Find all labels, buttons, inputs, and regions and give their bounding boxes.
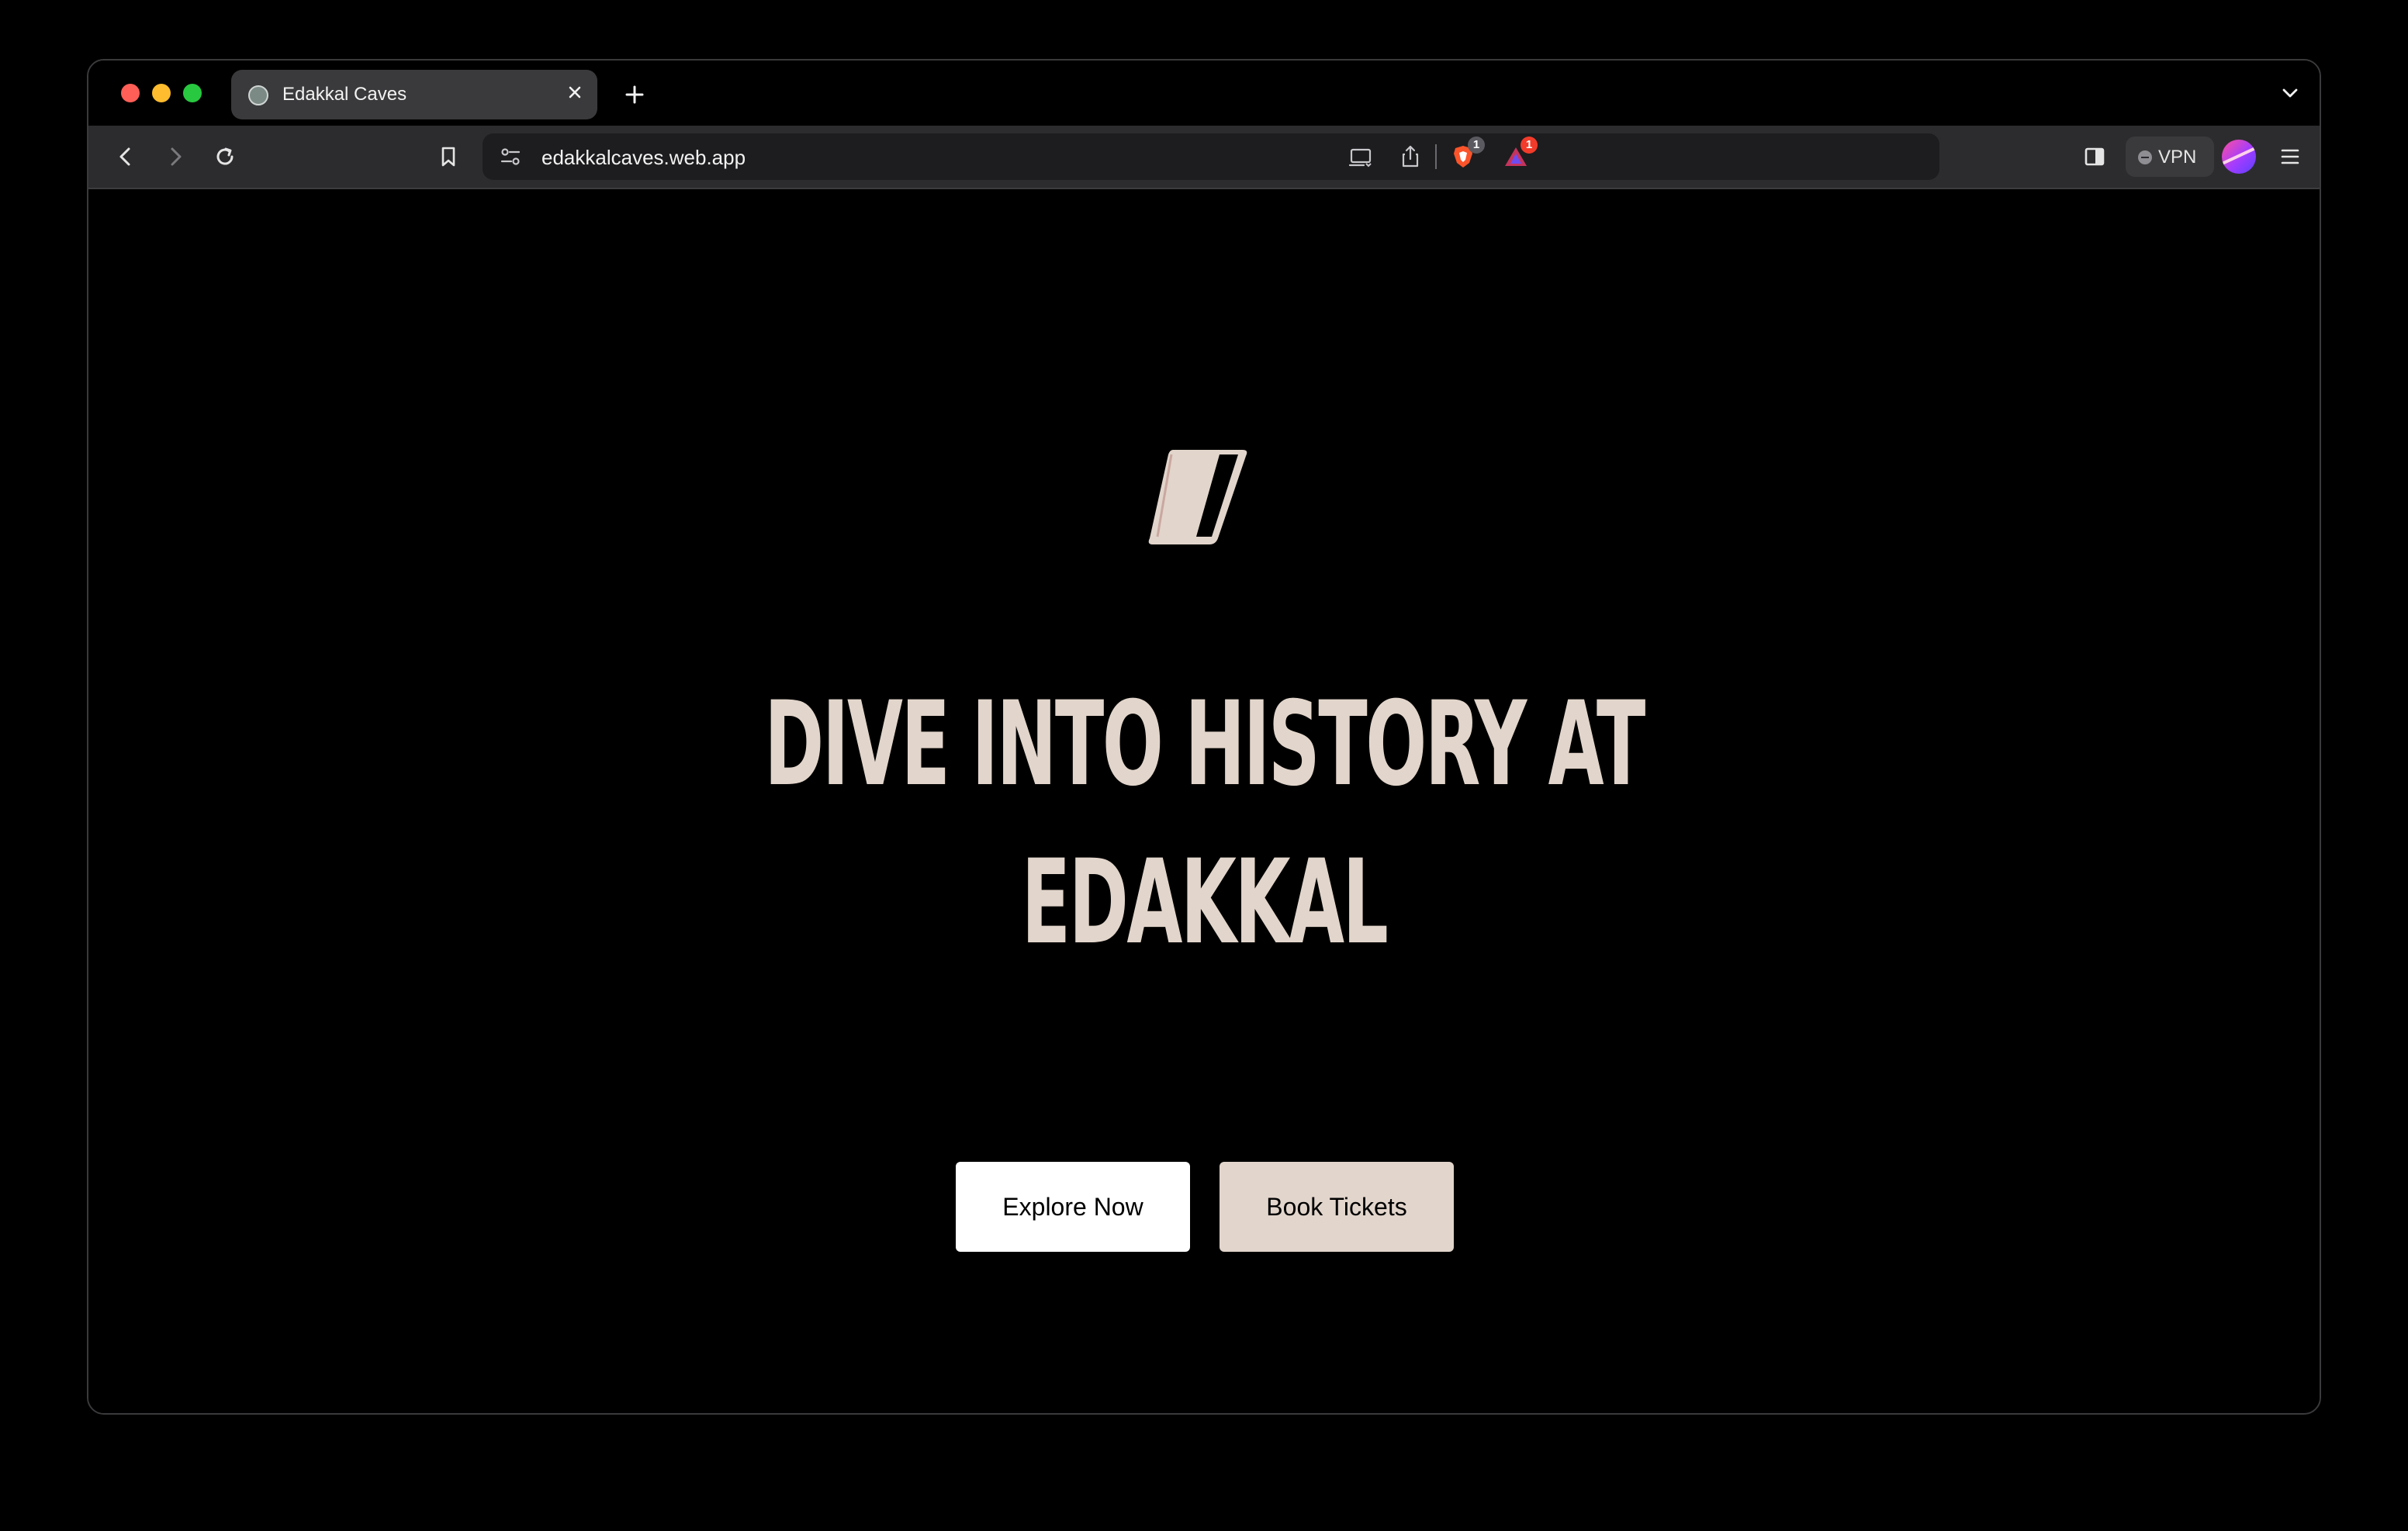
reload-icon[interactable] — [209, 141, 240, 172]
address-bar-divider — [1435, 144, 1437, 169]
back-arrow-icon[interactable] — [110, 141, 141, 172]
cast-icon[interactable] — [1347, 143, 1375, 171]
tab-bar: Edakkal Caves — [88, 60, 2320, 126]
shields-count-badge: 1 — [1468, 137, 1485, 154]
forward-arrow-icon[interactable] — [160, 141, 191, 172]
rewards-count-badge: 1 — [1521, 137, 1538, 154]
url-text: edakkalcaves.web.app — [541, 146, 746, 169]
site-logo-icon — [1148, 450, 1247, 544]
profile-avatar[interactable] — [2222, 140, 2256, 174]
vpn-status-icon — [2138, 150, 2152, 164]
globe-icon — [248, 85, 268, 105]
hero-headline: DIVE INTO HISTORY AT EDAKKAL — [512, 665, 1895, 982]
bookmark-icon[interactable] — [433, 141, 464, 172]
new-tab-plus-icon[interactable] — [619, 79, 650, 110]
close-icon[interactable] — [563, 81, 586, 104]
tab-title: Edakkal Caves — [282, 84, 407, 105]
browser-window: Edakkal Caves edakkalcaves.web.app 1 1 V… — [87, 59, 2321, 1415]
book-tickets-button[interactable]: Book Tickets — [1220, 1162, 1454, 1252]
share-icon[interactable] — [1396, 143, 1424, 171]
explore-now-button[interactable]: Explore Now — [956, 1162, 1190, 1252]
page-content: DIVE INTO HISTORY AT EDAKKAL Explore Now… — [88, 189, 2320, 1413]
minimize-window-button[interactable] — [152, 84, 171, 102]
address-bar[interactable]: edakkalcaves.web.app 1 1 — [483, 133, 1939, 180]
maximize-window-button[interactable] — [183, 84, 202, 102]
hero-headline-line2: EDAKKAL — [1021, 835, 1389, 970]
browser-toolbar: edakkalcaves.web.app 1 1 VPN — [88, 126, 2320, 189]
site-settings-icon[interactable] — [496, 143, 524, 171]
hero-headline-line1: DIVE INTO HISTORY AT — [764, 677, 1645, 812]
sidebar-toggle-icon[interactable] — [2079, 141, 2110, 172]
tab-edakkal-caves[interactable]: Edakkal Caves — [231, 70, 597, 119]
vpn-button[interactable]: VPN — [2126, 137, 2214, 177]
close-window-button[interactable] — [121, 84, 140, 102]
chevron-down-icon[interactable] — [2276, 79, 2304, 107]
vpn-label: VPN — [2158, 147, 2197, 168]
hamburger-menu-icon[interactable] — [2275, 141, 2306, 172]
